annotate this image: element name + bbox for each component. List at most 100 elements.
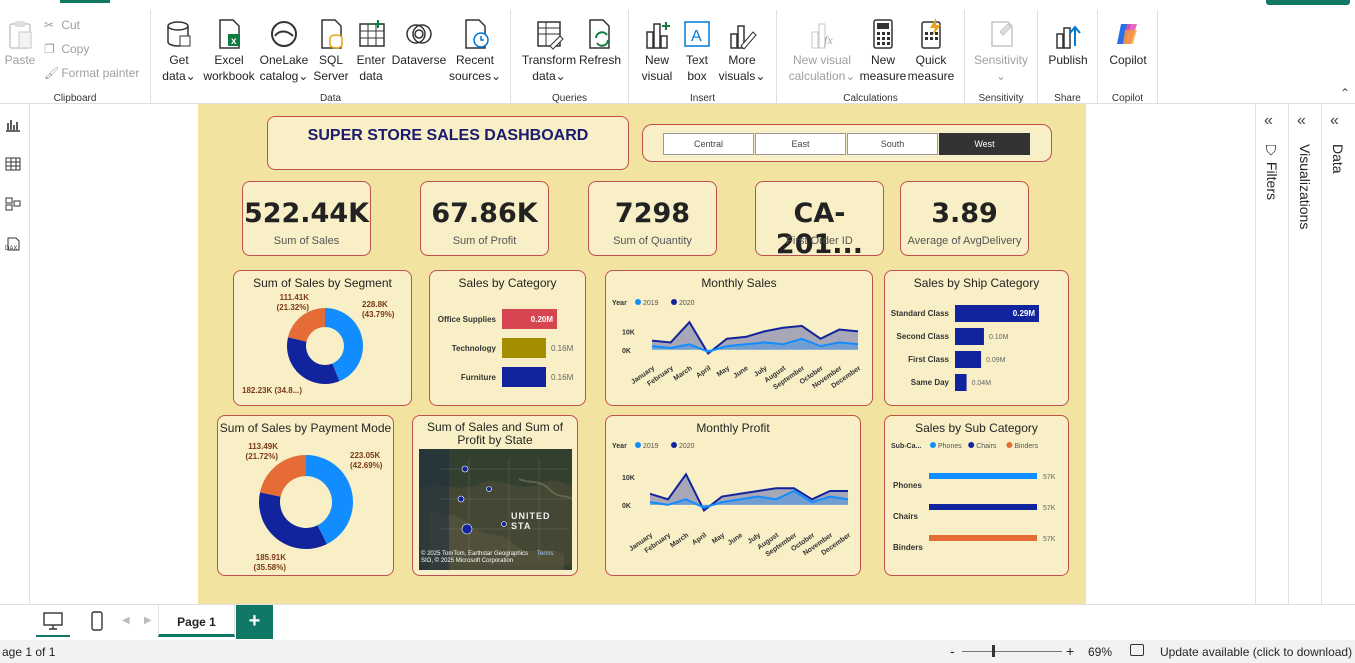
satellite-map[interactable]: UNITED STA © 2025 TomTom, Earthstar Geog… [419,449,572,570]
page-tabs-bar: ◀ ▶ Page 1 + [0,604,1355,640]
slice-percent: (21.32%) [277,303,310,312]
state-map-visual[interactable]: Sum of Sales and Sum of Profit by State U… [412,415,578,576]
monthly-sales-visual[interactable]: Monthly Sales Year 2019 2020 10K 0K January Fe… [605,270,873,406]
page-tab-1[interactable]: Page 1 [158,605,235,637]
new-visual-calculation-button[interactable]: fx New visual calculation⌄ [783,18,861,84]
excel-icon: x [214,18,244,50]
bar-value-label: 57K [1043,474,1056,481]
kpi-card-first-order[interactable]: CA-201... First Order ID [755,181,884,260]
expand-chevron-icon[interactable]: « [1297,112,1306,130]
publish-icon [1053,18,1083,50]
map-country-label: UNITED STA [511,511,551,531]
refresh-button[interactable]: Refresh [579,18,621,68]
sub-category-visual[interactable]: Sales by Sub Category Sub-Ca... Phones Cha… [884,415,1069,576]
model-view-icon[interactable] [5,197,21,211]
bar-value-label: 0.20M [531,315,554,324]
sensitivity-button[interactable]: Sensitivity ⌄ [969,18,1033,84]
page-indicator: age 1 of 1 [2,645,56,659]
publish-button[interactable]: Publish [1044,18,1092,68]
expand-chevron-icon[interactable]: « [1264,112,1273,130]
map-terms-link[interactable]: Terms [537,551,553,557]
bar-value-label: 0.04M [972,380,992,387]
zoom-in-button[interactable]: + [1066,643,1074,659]
zoom-level[interactable]: 69% [1088,645,1112,659]
category-bar [502,367,546,387]
legend-title: Sub-Ca... [891,443,921,450]
payment-donut-visual[interactable]: Sum of Sales by Payment Mode 223.05K (42.… [217,415,394,576]
active-tab-indicator [60,0,110,3]
get-data-button[interactable]: Get data⌄ [159,18,199,84]
visualizations-pane-label: Visualizations [1297,144,1313,230]
recent-sources-button[interactable]: Recent sources⌄ [447,18,503,84]
excel-workbook-button[interactable]: x Excel workbook [201,18,257,84]
desktop-view-button[interactable] [36,609,70,637]
kpi-card-profit[interactable]: 67.86K Sum of Profit [420,181,549,256]
svg-text:x: x [231,36,237,47]
quick-measure-button[interactable]: Quick measure [907,18,955,84]
category-label: Office Supplies [438,315,497,324]
segment-donut-visual[interactable]: Sum of Sales by Segment 228.8K (43.79%) 18… [233,270,412,406]
donut-slice [259,492,327,549]
cut-button[interactable]: ✂ Cut [44,18,80,32]
scroll-right-icon[interactable]: ▶ [144,615,152,626]
collapse-ribbon-icon[interactable]: ⌃ [1340,86,1350,100]
data-group-label: Data [319,93,342,104]
copy-button[interactable]: ❐ Copy [44,42,89,56]
chevron-down-icon: ⌄ [845,69,856,83]
category-bar-visual[interactable]: Sales by Category Office Supplies 0.20M Te… [429,270,586,406]
copilot-button[interactable]: Copilot [1104,18,1152,68]
table-view-icon[interactable] [5,157,21,171]
transform-data-button[interactable]: Transform data⌄ [519,18,579,84]
kpi-card-avg-delivery[interactable]: 3.89 Average of AvgDelivery [900,181,1029,256]
dataverse-button[interactable]: Dataverse [391,18,447,68]
region-east-button[interactable]: East [755,133,846,155]
report-view-icon[interactable] [5,118,21,132]
new-measure-button[interactable]: New measure [859,18,907,84]
zoom-slider-thumb[interactable] [992,645,995,657]
slice-percent: (42.69%) [350,461,383,470]
zoom-out-button[interactable]: - [950,643,955,659]
region-south-button[interactable]: South [847,133,938,155]
slice-label: 228.8K [362,300,388,309]
sensitivity-icon [986,18,1016,50]
sql-server-button[interactable]: SQL Server [311,18,351,84]
bar-value-label: 0.16M [551,373,574,382]
data-pane[interactable]: « Data [1322,104,1355,604]
text-box-button[interactable]: A Text box [677,18,717,84]
dax-query-view-icon[interactable]: DAX [5,237,21,252]
zoom-slider-track[interactable] [962,651,1062,652]
enter-data-button[interactable]: Enter data [351,18,391,84]
mobile-view-button[interactable] [84,609,110,637]
onelake-catalog-button[interactable]: OneLake catalog⌄ [257,18,311,84]
more-visuals-button[interactable]: More visuals⌄ [717,18,767,84]
category-label: First Class [908,355,949,364]
kpi-card-sales[interactable]: 522.44K Sum of Sales [242,181,371,256]
bar-value-label: 0.29M [1013,309,1036,318]
status-bar: age 1 of 1 - + 69% Update available (cli… [0,640,1355,663]
filters-pane[interactable]: « ⛉ Filters [1256,104,1289,604]
kpi-card-quantity[interactable]: 7298 Sum of Quantity [588,181,717,256]
share-button-edge[interactable] [1266,0,1350,5]
fit-to-page-icon[interactable] [1130,644,1144,656]
update-available-link[interactable]: Update available (click to download) [1160,645,1352,659]
chevron-down-icon: ⌄ [555,69,566,83]
insert-group-label: Insert [689,93,715,104]
paste-button[interactable]: Paste [2,18,38,68]
expand-chevron-icon[interactable]: « [1330,112,1339,130]
add-page-button[interactable]: + [236,605,273,639]
region-central-button[interactable]: Central [663,133,754,155]
category-label: Chairs [893,512,918,521]
svg-text:A: A [691,28,702,45]
new-visual-button[interactable]: New visual [637,18,677,84]
kpi-label: Sum of Sales [273,235,340,247]
bar-value-label: 57K [1043,536,1056,543]
visualizations-pane[interactable]: « Visualizations [1289,104,1322,604]
kpi-label: First Order ID [786,235,853,247]
scroll-left-icon[interactable]: ◀ [122,615,130,626]
insert-group: New visual A Text box More visuals⌄ Insert [629,10,777,104]
format-painter-button[interactable]: 🖌 Format painter [44,66,139,80]
monthly-profit-visual[interactable]: Monthly Profit Year 2019 2020 10K 0K January F… [605,415,861,576]
ship-category-visual[interactable]: Sales by Ship Category Standard Class 0.2… [884,270,1069,406]
slice-percent: (35.58%) [254,563,287,572]
region-west-button[interactable]: West [939,133,1030,155]
